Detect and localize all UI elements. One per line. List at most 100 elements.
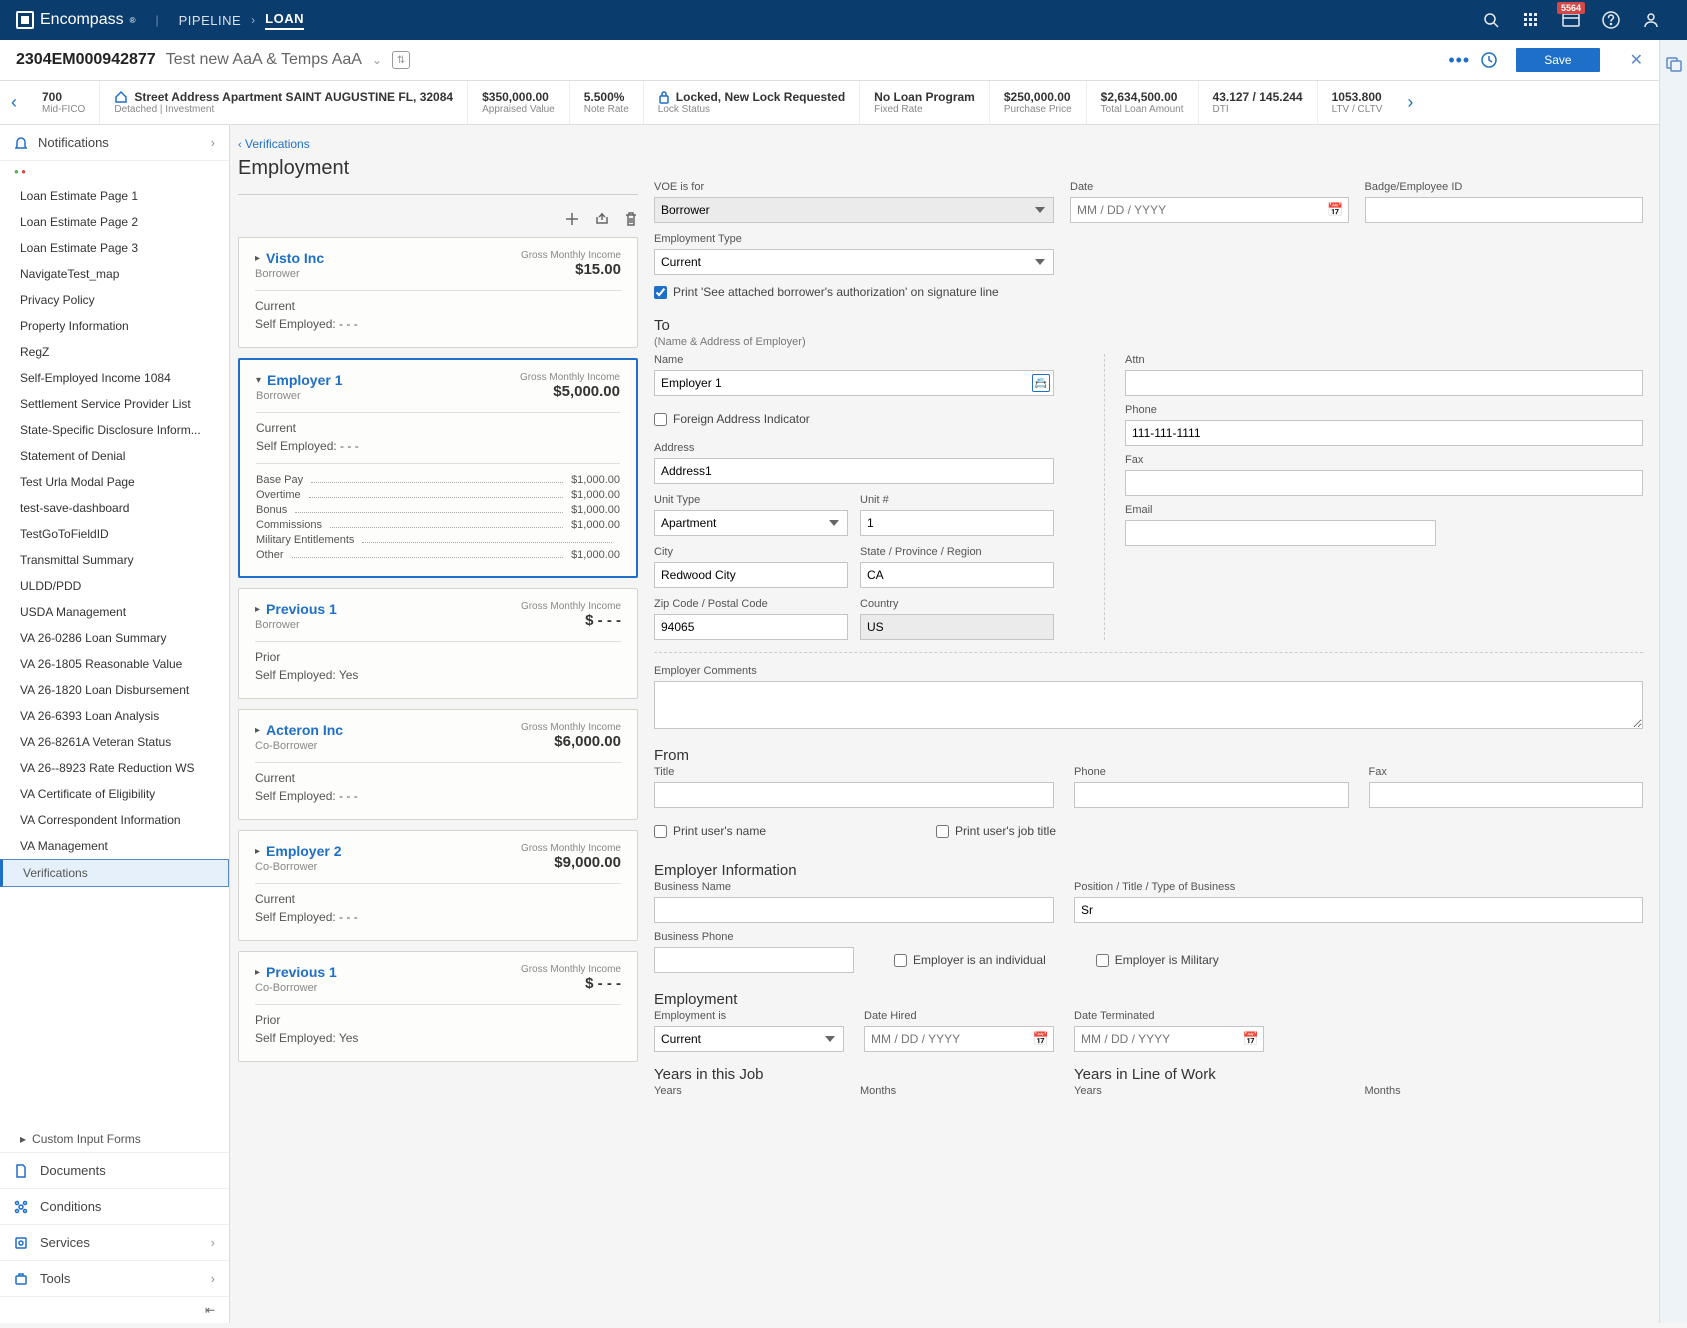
chevron-icon[interactable]: ▸ xyxy=(255,604,260,615)
sidebar-item[interactable]: Loan Estimate Page 3 xyxy=(0,235,229,261)
chevron-icon[interactable]: ▸ xyxy=(255,846,260,857)
sidebar-custom-forms[interactable]: ▸Custom Input Forms xyxy=(0,1126,229,1152)
employer-card[interactable]: ▸Employer 2 Co-Borrower Gross Monthly In… xyxy=(238,830,638,941)
breadcrumb-verifications[interactable]: Verifications xyxy=(245,137,310,151)
employer-card[interactable]: ▸Previous 1 Borrower Gross Monthly Incom… xyxy=(238,588,638,699)
sidebar-item[interactable]: TestGoToFieldID xyxy=(0,521,229,547)
loan-dropdown-icon[interactable]: ⌄ xyxy=(372,53,382,67)
employer-card[interactable]: ▾Employer 1 Borrower Gross Monthly Incom… xyxy=(238,358,638,578)
employer-name-input[interactable] xyxy=(654,370,1054,396)
sidebar-item[interactable]: ULDD/PDD xyxy=(0,573,229,599)
employment-is-select[interactable]: Current xyxy=(654,1026,844,1052)
employer-name[interactable]: Visto Inc xyxy=(266,250,324,266)
sidebar-tools[interactable]: Tools› xyxy=(0,1260,229,1296)
import-icon[interactable] xyxy=(594,211,610,227)
from-title-input[interactable] xyxy=(654,782,1054,808)
sidebar-item[interactable]: Loan Estimate Page 2 xyxy=(0,209,229,235)
print-user-job-checkbox[interactable]: Print user's job title xyxy=(936,824,1056,838)
employment-type-select[interactable]: Current xyxy=(654,249,1054,275)
sidebar-item[interactable]: Privacy Policy xyxy=(0,287,229,313)
sidebar-item[interactable]: VA Certificate of Eligibility xyxy=(0,781,229,807)
brand-logo[interactable]: Encompass® xyxy=(16,11,136,29)
sidebar-conditions[interactable]: Conditions xyxy=(0,1188,229,1224)
sidebar-item[interactable]: test-save-dashboard xyxy=(0,495,229,521)
voe-select[interactable]: Borrower xyxy=(654,197,1054,223)
sidebar-services[interactable]: Services› xyxy=(0,1224,229,1260)
sidebar-item[interactable]: Property Information xyxy=(0,313,229,339)
print-user-name-checkbox[interactable]: Print user's name xyxy=(654,824,766,838)
business-phone-input[interactable] xyxy=(654,947,854,973)
sidebar-item[interactable]: VA Management xyxy=(0,833,229,859)
chevron-icon[interactable]: ▾ xyxy=(256,375,261,386)
sidebar-item[interactable]: Statement of Denial xyxy=(0,443,229,469)
history-icon[interactable] xyxy=(1480,51,1498,69)
date-hired-input[interactable] xyxy=(864,1026,1054,1052)
more-options-icon[interactable]: ••• xyxy=(1448,50,1470,71)
sidebar-item[interactable]: NavigateTest_map xyxy=(0,261,229,287)
date-terminated-input[interactable] xyxy=(1074,1026,1264,1052)
delete-icon[interactable] xyxy=(624,211,638,227)
employer-comments[interactable] xyxy=(654,681,1643,729)
sidebar-item[interactable]: VA 26--8923 Rate Reduction WS xyxy=(0,755,229,781)
emp-individual-checkbox[interactable]: Employer is an individual xyxy=(894,953,1046,967)
sidebar-item[interactable]: Loan Estimate Page 1 xyxy=(0,183,229,209)
sidebar-item[interactable]: Verifications xyxy=(0,859,229,887)
employer-card[interactable]: ▸Previous 1 Co-Borrower Gross Monthly In… xyxy=(238,951,638,1062)
employer-name[interactable]: Previous 1 xyxy=(266,964,337,980)
inbox-icon[interactable]: 5564 xyxy=(1559,8,1583,32)
sidebar-item[interactable]: VA 26-6393 Loan Analysis xyxy=(0,703,229,729)
from-fax-input[interactable] xyxy=(1369,782,1644,808)
position-input[interactable] xyxy=(1074,897,1643,923)
sidebar-item[interactable]: USDA Management xyxy=(0,599,229,625)
sidebar-item[interactable]: VA 26-1820 Loan Disbursement xyxy=(0,677,229,703)
country-input[interactable] xyxy=(860,614,1054,640)
zip-input[interactable] xyxy=(654,614,848,640)
sidebar-item[interactable]: Self-Employed Income 1084 xyxy=(0,365,229,391)
sidebar-item[interactable]: RegZ xyxy=(0,339,229,365)
user-icon[interactable] xyxy=(1639,8,1663,32)
sidebar-item[interactable]: State-Specific Disclosure Inform... xyxy=(0,417,229,443)
attn-input[interactable] xyxy=(1125,370,1643,396)
emp-military-checkbox[interactable]: Employer is Military xyxy=(1096,953,1219,967)
sidebar-item[interactable]: VA Correspondent Information xyxy=(0,807,229,833)
summary-next-icon[interactable]: › xyxy=(1396,81,1424,124)
print-auth-checkbox[interactable]: Print 'See attached borrower's authoriza… xyxy=(654,285,1643,299)
unit-type-select[interactable]: Apartment xyxy=(654,510,848,536)
employer-name[interactable]: Previous 1 xyxy=(266,601,337,617)
nav-pipeline[interactable]: PIPELINE xyxy=(179,13,242,28)
sidebar-item[interactable]: VA 26-8261A Veteran Status xyxy=(0,729,229,755)
employer-card[interactable]: ▸Visto Inc Borrower Gross Monthly Income… xyxy=(238,237,638,348)
chevron-icon[interactable]: ▸ xyxy=(255,253,260,264)
date-input[interactable] xyxy=(1070,197,1349,223)
employer-name[interactable]: Employer 1 xyxy=(267,372,342,388)
email-input[interactable] xyxy=(1125,520,1436,546)
sidebar-item[interactable]: VA 26-1805 Reasonable Value xyxy=(0,651,229,677)
state-input[interactable] xyxy=(860,562,1054,588)
phone-input[interactable] xyxy=(1125,420,1643,446)
fax-input[interactable] xyxy=(1125,470,1643,496)
city-input[interactable] xyxy=(654,562,848,588)
employer-name[interactable]: Acteron Inc xyxy=(266,722,343,738)
right-panel-toggle[interactable] xyxy=(1659,40,1687,1323)
loan-action-icon[interactable]: ⇅ xyxy=(392,51,410,69)
chevron-icon[interactable]: ▸ xyxy=(255,725,260,736)
nav-loan[interactable]: LOAN xyxy=(265,11,304,30)
chevron-icon[interactable]: ▸ xyxy=(255,967,260,978)
sidebar-item[interactable]: Transmittal Summary xyxy=(0,547,229,573)
sidebar-collapse-icon[interactable]: ⇤ xyxy=(0,1296,229,1323)
sidebar-documents[interactable]: Documents xyxy=(0,1152,229,1188)
summary-prev-icon[interactable]: ‹ xyxy=(0,81,28,124)
badge-input[interactable] xyxy=(1365,197,1644,223)
address-book-icon[interactable]: 📇 xyxy=(1032,374,1050,392)
foreign-addr-checkbox[interactable]: Foreign Address Indicator xyxy=(654,412,1054,426)
unit-num-input[interactable] xyxy=(860,510,1054,536)
save-button[interactable]: Save xyxy=(1516,48,1599,72)
from-phone-input[interactable] xyxy=(1074,782,1349,808)
search-icon[interactable] xyxy=(1479,8,1503,32)
close-icon[interactable]: ✕ xyxy=(1630,50,1643,70)
sidebar-item[interactable]: VA 26-0286 Loan Summary xyxy=(0,625,229,651)
apps-icon[interactable] xyxy=(1519,8,1543,32)
employer-card[interactable]: ▸Acteron Inc Co-Borrower Gross Monthly I… xyxy=(238,709,638,820)
sidebar-item[interactable]: Test Urla Modal Page xyxy=(0,469,229,495)
add-icon[interactable] xyxy=(564,211,580,227)
